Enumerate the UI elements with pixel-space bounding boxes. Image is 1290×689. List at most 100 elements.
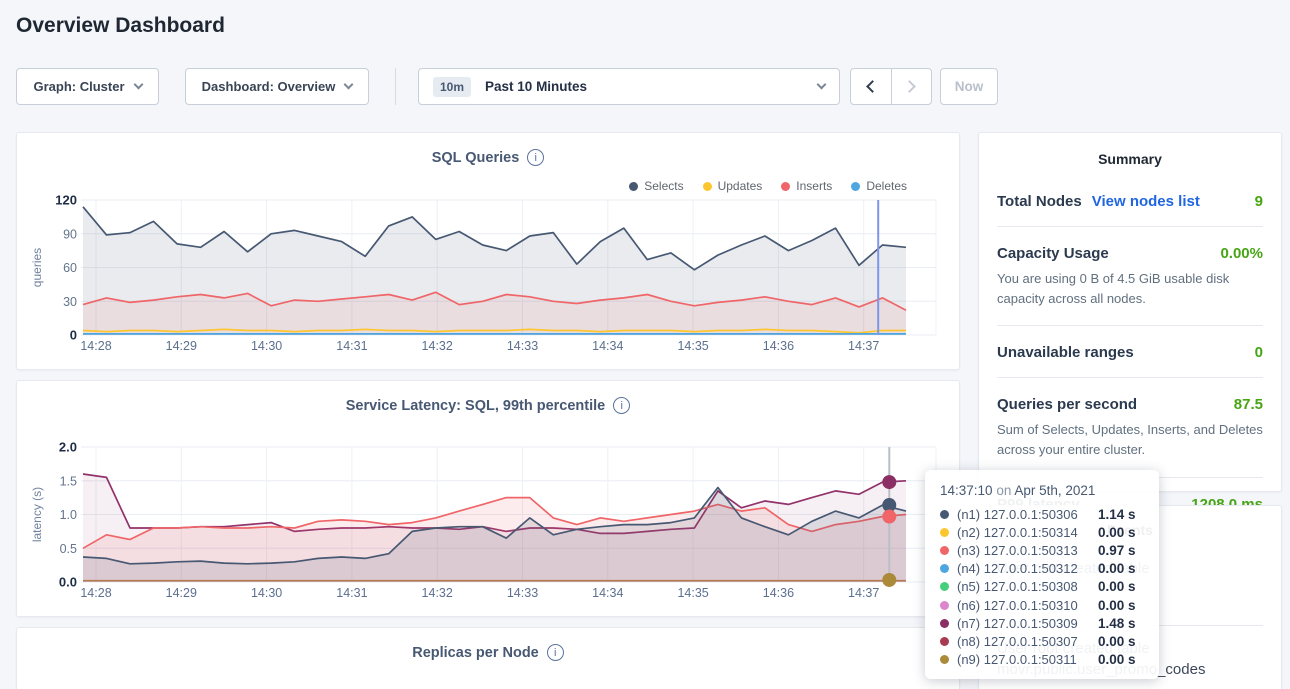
y-tick-label: 120	[55, 193, 77, 208]
toolbar-divider	[395, 68, 396, 105]
sql-queries-card: SQL Queries i SelectsUpdatesInsertsDelet…	[16, 132, 960, 370]
node-color-dot-icon	[940, 637, 949, 646]
view-nodes-list-link[interactable]: View nodes list	[1092, 193, 1200, 210]
node-color-dot-icon	[940, 655, 949, 664]
service-latency-card: Service Latency: SQL, 99th percentile i …	[16, 380, 960, 617]
tooltip-row: (n9) 127.0.0.1:503110.00 s	[940, 651, 1144, 669]
node-color-dot-icon	[940, 546, 949, 555]
tooltip-node-value: 0.00 s	[1098, 525, 1136, 540]
chevron-right-icon	[903, 80, 916, 93]
time-range-badge: 10m	[433, 77, 471, 97]
tooltip-node-value: 0.00 s	[1098, 561, 1136, 576]
total-nodes-value: 9	[1255, 193, 1263, 210]
chevron-down-icon	[133, 80, 143, 90]
y-axis-title: latency (s)	[30, 487, 44, 542]
x-tick-label: 14:35	[677, 339, 708, 353]
unavailable-ranges-label: Unavailable ranges	[997, 344, 1134, 361]
tooltip-node-value: 0.00 s	[1098, 579, 1136, 594]
x-tick-label: 14:36	[763, 339, 794, 353]
x-tick-label: 14:30	[251, 339, 282, 353]
tooltip-row: (n6) 127.0.0.1:503100.00 s	[940, 596, 1144, 614]
x-tick-label: 14:28	[80, 586, 111, 600]
tooltip-timestamp: 14:37:10 on Apr 5th, 2021	[940, 483, 1144, 498]
info-icon[interactable]: i	[547, 644, 564, 661]
tooltip-node-label: (n5) 127.0.0.1:50308	[957, 579, 1098, 594]
y-tick-label: 90	[63, 227, 77, 241]
tooltip-row: (n8) 127.0.0.1:503070.00 s	[940, 632, 1144, 650]
summary-total-nodes: Total Nodes View nodes list 9	[997, 193, 1263, 210]
time-prev-button[interactable]	[851, 69, 892, 104]
tooltip-node-label: (n2) 127.0.0.1:50314	[957, 525, 1098, 540]
chart-title: Replicas per Node	[412, 645, 539, 661]
dashboard-dropdown[interactable]: Dashboard: Overview	[185, 68, 369, 105]
node-color-dot-icon	[940, 619, 949, 628]
page-title: Overview Dashboard	[16, 14, 225, 38]
graph-dropdown-label: Graph: Cluster	[33, 79, 124, 94]
tooltip-row: (n2) 127.0.0.1:503140.00 s	[940, 523, 1144, 541]
time-range-dropdown[interactable]: 10m Past 10 Minutes	[418, 68, 840, 105]
x-tick-label: 14:32	[422, 586, 453, 600]
chevron-down-icon	[817, 80, 827, 90]
hover-point	[882, 510, 896, 524]
tooltip-conjunction: on	[996, 483, 1011, 498]
x-tick-label: 14:29	[166, 586, 197, 600]
unavailable-ranges-value: 0	[1255, 344, 1263, 361]
tooltip-row: (n1) 127.0.0.1:503061.14 s	[940, 505, 1144, 523]
time-range-label: Past 10 Minutes	[485, 79, 818, 94]
tooltip-node-label: (n6) 127.0.0.1:50310	[957, 598, 1098, 613]
capacity-description: You are using 0 B of 4.5 GiB usable disk…	[997, 269, 1263, 309]
x-tick-label: 14:29	[166, 339, 197, 353]
divider	[997, 226, 1263, 227]
qps-description: Sum of Selects, Updates, Inserts, and De…	[997, 420, 1263, 460]
tooltip-node-label: (n1) 127.0.0.1:50306	[957, 507, 1098, 522]
x-tick-label: 14:33	[507, 586, 538, 600]
summary-unavailable-ranges: Unavailable ranges 0	[997, 344, 1263, 361]
x-tick-label: 14:32	[422, 339, 453, 353]
tooltip-row: (n4) 127.0.0.1:503120.00 s	[940, 560, 1144, 578]
tooltip-node-value: 0.97 s	[1098, 543, 1136, 558]
sql-queries-chart[interactable]: 120906030014:2814:2914:3014:3114:3214:33…	[17, 133, 961, 371]
time-next-button[interactable]	[892, 69, 932, 104]
node-color-dot-icon	[940, 601, 949, 610]
y-tick-label: 60	[63, 261, 77, 275]
replicas-per-node-card: Replicas per Node i	[16, 627, 960, 689]
graph-dropdown[interactable]: Graph: Cluster	[16, 68, 159, 105]
x-tick-label: 14:37	[848, 586, 879, 600]
x-tick-label: 14:28	[80, 339, 111, 353]
chevron-left-icon	[866, 80, 879, 93]
tooltip-node-label: (n4) 127.0.0.1:50312	[957, 561, 1098, 576]
x-tick-label: 14:35	[677, 586, 708, 600]
tooltip-row: (n7) 127.0.0.1:503091.48 s	[940, 614, 1144, 632]
chevron-down-icon	[344, 80, 354, 90]
node-color-dot-icon	[940, 528, 949, 537]
node-color-dot-icon	[940, 510, 949, 519]
tooltip-node-value: 0.00 s	[1098, 598, 1136, 613]
y-axis-title: queries	[30, 248, 44, 287]
latency-tooltip: 14:37:10 on Apr 5th, 2021 (n1) 127.0.0.1…	[925, 470, 1159, 679]
tooltip-node-label: (n9) 127.0.0.1:50311	[957, 652, 1098, 667]
tooltip-node-value: 1.14 s	[1098, 507, 1136, 522]
tooltip-node-value: 1.48 s	[1098, 616, 1136, 631]
y-tick-label: 2.0	[59, 440, 77, 455]
y-tick-label: 0	[70, 328, 77, 343]
capacity-value: 0.00%	[1220, 245, 1263, 262]
now-button[interactable]: Now	[940, 68, 998, 105]
y-tick-label: 1.0	[60, 508, 77, 522]
x-tick-label: 14:31	[336, 339, 367, 353]
summary-panel: Summary Total Nodes View nodes list 9 Ca…	[978, 132, 1282, 492]
overview-dashboard-page: Overview Dashboard Graph: Cluster Dashbo…	[0, 0, 1290, 689]
capacity-label: Capacity Usage	[997, 245, 1109, 262]
x-tick-label: 14:30	[251, 586, 282, 600]
hover-point	[882, 573, 896, 587]
total-nodes-label: Total Nodes	[997, 193, 1082, 210]
summary-qps: Queries per second 87.5	[997, 396, 1263, 413]
service-latency-chart[interactable]: 2.01.51.00.50.014:2814:2914:3014:3114:32…	[17, 381, 961, 618]
y-tick-label: 0.0	[59, 575, 77, 590]
x-tick-label: 14:34	[592, 586, 623, 600]
tooltip-node-label: (n3) 127.0.0.1:50313	[957, 543, 1098, 558]
x-tick-label: 14:34	[592, 339, 623, 353]
tooltip-row: (n5) 127.0.0.1:503080.00 s	[940, 578, 1144, 596]
x-tick-label: 14:37	[848, 339, 879, 353]
tooltip-date: Apr 5th, 2021	[1014, 483, 1095, 498]
node-color-dot-icon	[940, 564, 949, 573]
